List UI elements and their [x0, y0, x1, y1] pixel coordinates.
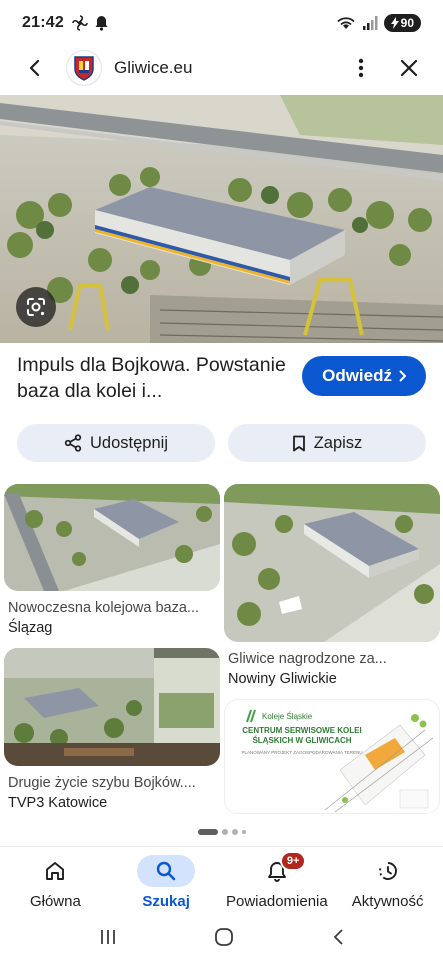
- home-system-button[interactable]: [214, 927, 234, 952]
- page-indicator: [0, 829, 443, 835]
- related-card[interactable]: Drugie życie szybu Bojków.... TVP3 Katow…: [4, 648, 220, 822]
- status-time: 21:42: [22, 14, 64, 31]
- nav-home[interactable]: Główna: [0, 847, 111, 918]
- top-bar: Gliwice.eu: [0, 46, 443, 90]
- hero-image[interactable]: [0, 95, 443, 343]
- status-bar: 21:42 90: [0, 0, 443, 46]
- save-label: Zapisz: [313, 433, 363, 452]
- bottom-navigation: Główna Szukaj 9+ Powiadomienia Aktywność: [0, 846, 443, 918]
- battery-indicator: 90: [383, 14, 421, 32]
- related-thumbnail[interactable]: [4, 484, 220, 591]
- nav-notifications[interactable]: 9+ Powiadomienia: [222, 847, 333, 918]
- nav-search[interactable]: Szukaj: [111, 847, 222, 918]
- google-lens-button[interactable]: [16, 287, 56, 327]
- nav-label: Aktywność: [351, 893, 424, 910]
- save-button[interactable]: Zapisz: [228, 424, 426, 462]
- nav-label: Główna: [29, 893, 81, 910]
- related-caption: Gliwice nagrodzone za...: [228, 651, 387, 667]
- site-logo: [66, 50, 102, 86]
- related-source: Nowiny Gliwickie: [228, 671, 337, 687]
- notification-bell-icon: [95, 16, 108, 31]
- bookmark-icon: [292, 435, 305, 451]
- wifi-icon: [337, 17, 355, 29]
- page-dot-active: [197, 829, 218, 835]
- action-buttons: Udostępnij Zapisz: [17, 424, 426, 462]
- more-vert-icon: [358, 58, 364, 78]
- recent-apps-icon: [100, 929, 115, 944]
- related-thumbnail[interactable]: [224, 484, 440, 642]
- result-header: Impuls dla Bojkowa. Powstanie baza dla k…: [0, 352, 443, 412]
- charging-icon: [390, 17, 399, 29]
- site-name[interactable]: Gliwice.eu: [114, 58, 192, 78]
- recent-apps-button[interactable]: [99, 928, 117, 951]
- close-button[interactable]: [393, 52, 425, 84]
- fan-icon: [72, 15, 88, 31]
- lens-icon: [27, 298, 45, 316]
- related-card[interactable]: Gliwice nagrodzone za... Nowiny Gliwicki…: [224, 484, 440, 699]
- related-thumbnail[interactable]: [4, 648, 220, 766]
- related-card[interactable]: Nowoczesna kolejowa baza... Ślązag: [4, 484, 220, 648]
- result-title[interactable]: Impuls dla Bojkowa. Powstanie baza dla k…: [17, 352, 287, 404]
- nav-activity[interactable]: Aktywność: [332, 847, 443, 918]
- grid-column-left: Nowoczesna kolejowa baza... Ślązag Drugi…: [4, 484, 220, 822]
- notification-badge: 9+: [279, 851, 307, 871]
- search-icon: [156, 861, 176, 881]
- home-circle-icon: [215, 927, 234, 946]
- back-chevron-icon: [333, 928, 343, 945]
- chevron-right-icon: [399, 370, 406, 382]
- system-back-button[interactable]: [332, 928, 344, 951]
- home-icon: [46, 862, 65, 880]
- hero-illustration: [0, 95, 443, 343]
- nav-label: Szukaj: [142, 893, 190, 910]
- page-dot: [231, 829, 238, 835]
- system-navigation-bar: [0, 918, 443, 960]
- nav-label: Powiadomienia: [226, 893, 328, 910]
- share-label: Udostępnij: [90, 433, 168, 452]
- battery-level: 90: [400, 16, 414, 30]
- gliwice-crest-icon: [74, 56, 94, 81]
- activity-icon: [378, 862, 397, 880]
- related-card[interactable]: Koleje Śląskie CENTRUM SERWISOWE KOLEI Ś…: [224, 699, 440, 814]
- visit-label: Odwiedź: [322, 366, 392, 385]
- close-icon: [400, 59, 418, 77]
- share-button[interactable]: Udostępnij: [17, 424, 215, 462]
- page-dot: [221, 829, 228, 835]
- share-icon: [64, 434, 82, 452]
- related-source: Ślązag: [8, 620, 53, 636]
- related-images-grid: Nowoczesna kolejowa baza... Ślązag Drugi…: [4, 484, 440, 822]
- related-thumbnail[interactable]: Koleje Śląskie CENTRUM SERWISOWE KOLEI Ś…: [224, 699, 440, 814]
- related-source: TVP3 Katowice: [8, 795, 108, 811]
- back-arrow-icon: [29, 59, 40, 77]
- more-options-button[interactable]: [345, 52, 377, 84]
- site-plan-map: [324, 714, 434, 813]
- grid-column-right: Gliwice nagrodzone za... Nowiny Gliwicki…: [224, 484, 440, 822]
- page-dot: [241, 830, 246, 834]
- related-caption: Drugie życie szybu Bojków....: [8, 775, 196, 791]
- related-caption: Nowoczesna kolejowa baza...: [8, 600, 200, 616]
- signal-icon: [362, 16, 378, 30]
- back-button[interactable]: [18, 52, 50, 84]
- visit-button[interactable]: Odwiedź: [302, 356, 426, 396]
